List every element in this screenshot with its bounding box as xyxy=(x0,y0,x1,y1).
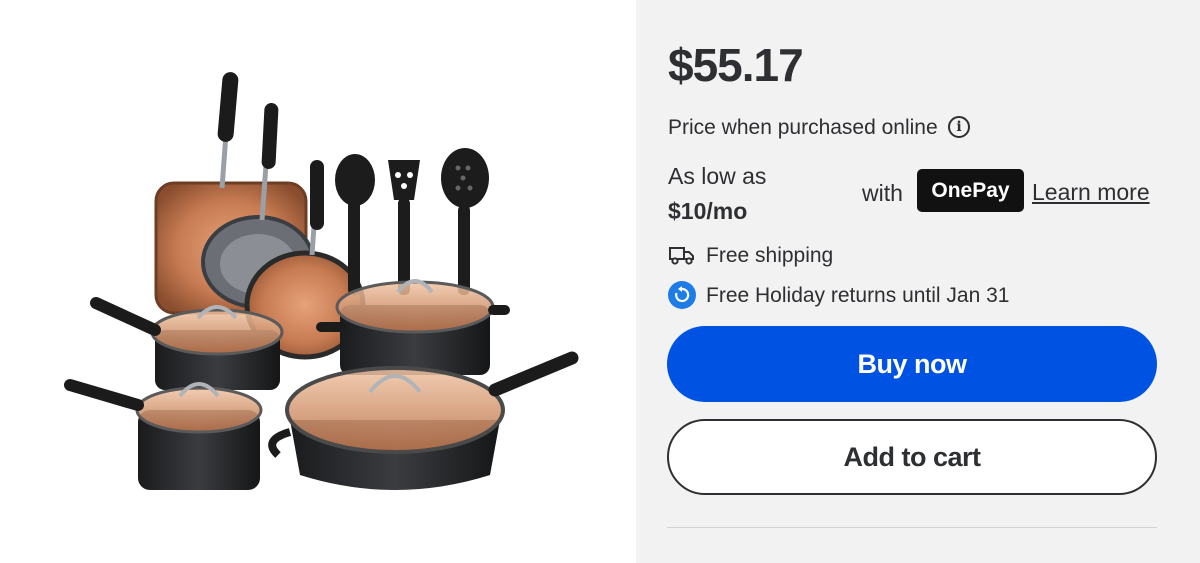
product-image[interactable] xyxy=(0,0,636,563)
product-price: $55.17 xyxy=(668,39,804,91)
installment-amount: $10/mo xyxy=(668,198,748,224)
info-icon[interactable]: i xyxy=(948,116,970,138)
price-note: Price when purchased online xyxy=(668,116,938,139)
divider xyxy=(667,527,1157,528)
onepay-logo: OnePay xyxy=(917,169,1024,212)
purchase-panel: $55.17 Price when purchased online i As … xyxy=(636,0,1200,563)
installment-with: with xyxy=(862,180,903,206)
add-to-cart-button[interactable]: Add to cart xyxy=(667,419,1157,495)
free-shipping-text: Free shipping xyxy=(706,244,834,267)
product-image-panel xyxy=(0,0,636,563)
buy-now-button[interactable]: Buy now xyxy=(667,326,1157,402)
learn-more-link[interactable]: Learn more xyxy=(1032,179,1150,206)
truck-icon xyxy=(669,247,694,265)
free-returns-text: Free Holiday returns until Jan 31 xyxy=(706,284,1010,307)
return-icon xyxy=(668,281,696,309)
installment-as-low-as: As low as xyxy=(668,163,767,189)
